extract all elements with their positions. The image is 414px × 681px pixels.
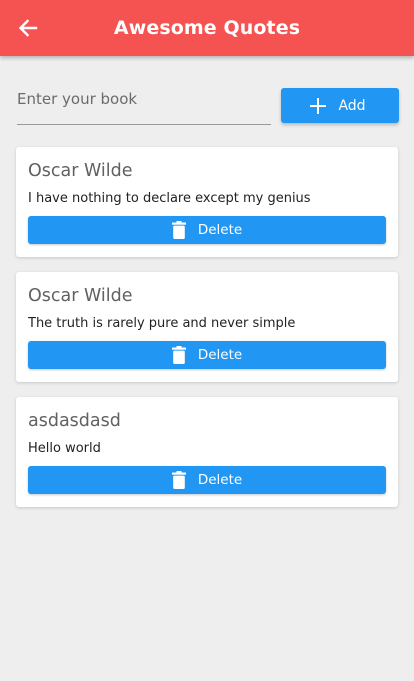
app-bar: Awesome Quotes	[0, 0, 414, 56]
quote-author: Oscar Wilde	[28, 161, 133, 181]
delete-button-label: Delete	[197, 472, 243, 488]
quote-card: Oscar Wilde The truth is rarely pure and…	[16, 272, 398, 382]
trash-icon	[171, 221, 186, 239]
quote-text: I have nothing to declare except my geni…	[28, 191, 311, 206]
add-button-label: Add	[338, 97, 366, 114]
book-input[interactable]	[17, 86, 271, 112]
quote-text: Hello world	[28, 441, 101, 456]
delete-button-label: Delete	[197, 222, 243, 238]
delete-button[interactable]: Delete	[28, 466, 386, 494]
quote-text: The truth is rarely pure and never simpl…	[28, 316, 296, 331]
quote-card: Oscar Wilde I have nothing to declare ex…	[16, 147, 398, 257]
trash-icon	[171, 471, 186, 489]
add-button[interactable]: Add	[281, 88, 399, 123]
page-title: Awesome Quotes	[113, 17, 301, 39]
delete-button[interactable]: Delete	[28, 216, 386, 244]
delete-button-label: Delete	[197, 347, 243, 363]
trash-icon	[171, 346, 186, 364]
plus-icon	[310, 97, 327, 114]
quote-author: asdasdasd	[28, 411, 121, 431]
book-field	[17, 80, 271, 125]
quote-author: Oscar Wilde	[28, 286, 133, 306]
quote-card: asdasdasd Hello world Delete	[16, 397, 398, 507]
delete-button[interactable]: Delete	[28, 341, 386, 369]
